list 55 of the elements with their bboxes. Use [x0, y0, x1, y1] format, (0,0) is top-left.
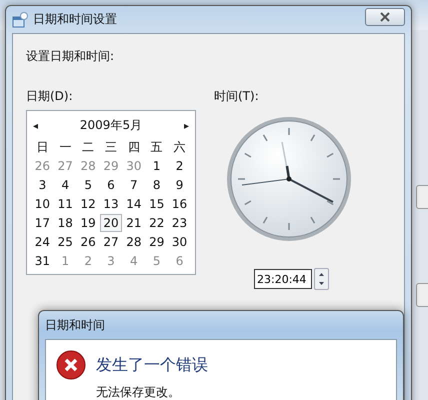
next-month-button[interactable]: ▸ — [182, 120, 191, 132]
calendar-day[interactable]: 31 — [31, 252, 54, 270]
error-message: 无法保存更改。 — [96, 384, 181, 400]
calendar-day[interactable]: 16 — [168, 195, 191, 213]
weekday-label: 四 — [126, 139, 141, 155]
calendar-day[interactable]: 17 — [31, 214, 54, 232]
calendar-day[interactable]: 15 — [145, 195, 168, 213]
calendar-day[interactable]: 26 — [76, 233, 100, 251]
calendar-day[interactable]: 14 — [122, 195, 146, 213]
calendar-day[interactable]: 4 — [54, 176, 77, 194]
date-label: 日期(D): — [26, 88, 74, 105]
previous-month-button[interactable]: ◂ — [31, 120, 40, 132]
weekday-label: 二 — [81, 139, 96, 155]
weekday-label: 五 — [150, 139, 164, 155]
calendar-day[interactable]: 27 — [100, 233, 122, 251]
calendar-day[interactable]: 12 — [76, 195, 100, 213]
calendar-day[interactable]: 30 — [168, 233, 191, 251]
calendar-day[interactable]: 20 — [100, 214, 122, 232]
weekday-label: 日 — [35, 139, 50, 155]
calendar-day[interactable]: 8 — [145, 176, 168, 194]
calendar-day[interactable]: 3 — [31, 176, 54, 194]
calendar-day[interactable]: 21 — [122, 214, 146, 232]
window-title: 日期和时间设置 — [33, 11, 117, 28]
section-heading: 设置日期和时间: — [26, 48, 116, 65]
error-icon — [56, 350, 86, 380]
close-icon — [379, 12, 391, 22]
calendar-day[interactable]: 28 — [122, 233, 146, 251]
calendar-day[interactable]: 29 — [145, 233, 168, 251]
calendar[interactable]: ◂ 2009年5月 ▸ 日 一 二 三 四 五 六 26 27 28 29 30 1 2 3 4 5 6 7 8 9 10 11 12 13 14 15 16 17 18 19 20 21 22 23 24 25 26 27 28 29 30 31 1 2 3 4 5 6 — [26, 110, 196, 275]
calendar-day[interactable]: 2 — [168, 157, 191, 175]
calendar-day[interactable]: 25 — [54, 233, 77, 251]
calendar-day[interactable]: 23 — [168, 214, 191, 232]
weekday-label: 三 — [104, 139, 118, 155]
error-heading: 发生了一个错误 — [96, 354, 208, 376]
weekday-label: 六 — [172, 139, 187, 155]
calendar-day[interactable]: 18 — [54, 214, 77, 232]
calendar-day[interactable]: 5 — [76, 176, 100, 194]
calendar-day[interactable]: 24 — [31, 233, 54, 251]
close-button[interactable] — [365, 8, 405, 26]
calendar-day[interactable]: 11 — [54, 195, 77, 213]
time-label: 时间(T): — [214, 88, 260, 105]
dialog-title: 日期和时间 — [44, 317, 106, 334]
calendar-day[interactable]: 7 — [122, 176, 146, 194]
calendar-day[interactable]: 6 — [100, 176, 122, 194]
spin-buttons[interactable] — [314, 268, 329, 290]
calendar-clock-icon — [12, 12, 28, 28]
month-title: 2009年5月 — [80, 117, 142, 134]
weekday-label: 一 — [58, 139, 72, 155]
calendar-day[interactable]: 1 — [145, 157, 168, 175]
calendar-day[interactable]: 13 — [100, 195, 122, 213]
calendar-day[interactable]: 9 — [168, 176, 191, 194]
calendar-day[interactable]: 22 — [145, 214, 168, 232]
calendar-day[interactable]: 19 — [76, 214, 100, 232]
time-field[interactable]: 23:20:44 — [254, 269, 312, 289]
calendar-day[interactable]: 10 — [31, 195, 54, 213]
